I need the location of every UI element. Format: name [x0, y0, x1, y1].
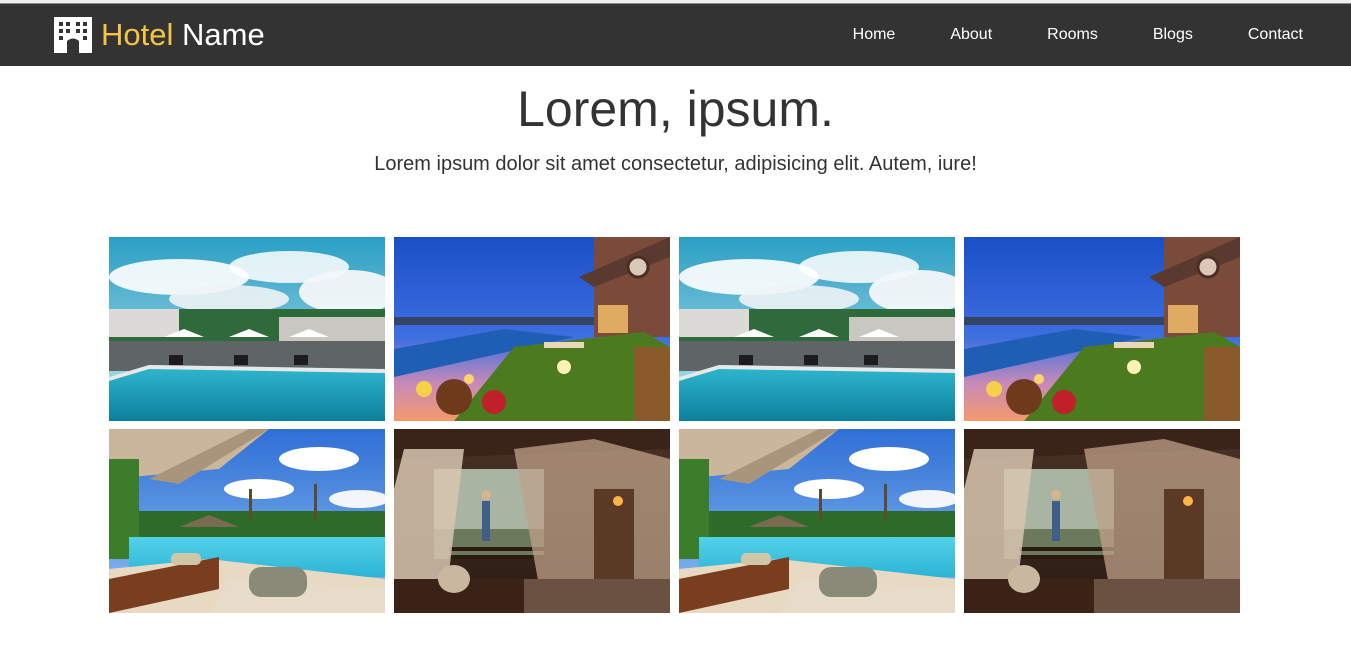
canopy-bedroom-photo: [964, 429, 1240, 613]
canopy-bedroom-photo: [394, 429, 670, 613]
photo-gallery: [109, 237, 1240, 613]
tropical-pool-photo: [109, 429, 385, 613]
nav-link-contact[interactable]: Contact: [1248, 26, 1303, 43]
hero-title: Lorem, ipsum.: [517, 81, 834, 137]
gallery-photo[interactable]: [109, 429, 385, 613]
nav-link-home[interactable]: Home: [853, 26, 896, 43]
nav-link-about[interactable]: About: [950, 26, 992, 43]
gallery-photo[interactable]: [679, 237, 955, 421]
brand-name: Hotel Name: [101, 16, 265, 54]
gallery-photo[interactable]: [394, 429, 670, 613]
pool-day-photo: [679, 237, 955, 421]
gallery-photo[interactable]: [964, 237, 1240, 421]
gallery-photo[interactable]: [394, 237, 670, 421]
terrace-dusk-photo: [964, 237, 1240, 421]
gallery-photo[interactable]: [109, 237, 385, 421]
pool-day-photo: [109, 237, 385, 421]
nav-link-blogs[interactable]: Blogs: [1153, 26, 1193, 43]
navbar: Hotel Name Home About Rooms Blogs Contac…: [0, 4, 1351, 66]
main-nav: Home About Rooms Blogs Contact: [798, 4, 1303, 66]
tropical-pool-photo: [679, 429, 955, 613]
brand-word-name: Name: [182, 17, 265, 52]
brand-logo-link[interactable]: Hotel Name: [54, 16, 265, 54]
hotel-building-icon: [54, 17, 92, 53]
brand-word-hotel: Hotel: [101, 17, 174, 52]
terrace-dusk-photo: [394, 237, 670, 421]
gallery-photo[interactable]: [679, 429, 955, 613]
nav-link-rooms[interactable]: Rooms: [1047, 26, 1098, 43]
hero-subtitle: Lorem ipsum dolor sit amet consectetur, …: [374, 153, 977, 175]
gallery-photo[interactable]: [964, 429, 1240, 613]
hero-section: Lorem, ipsum. Lorem ipsum dolor sit amet…: [0, 66, 1351, 176]
